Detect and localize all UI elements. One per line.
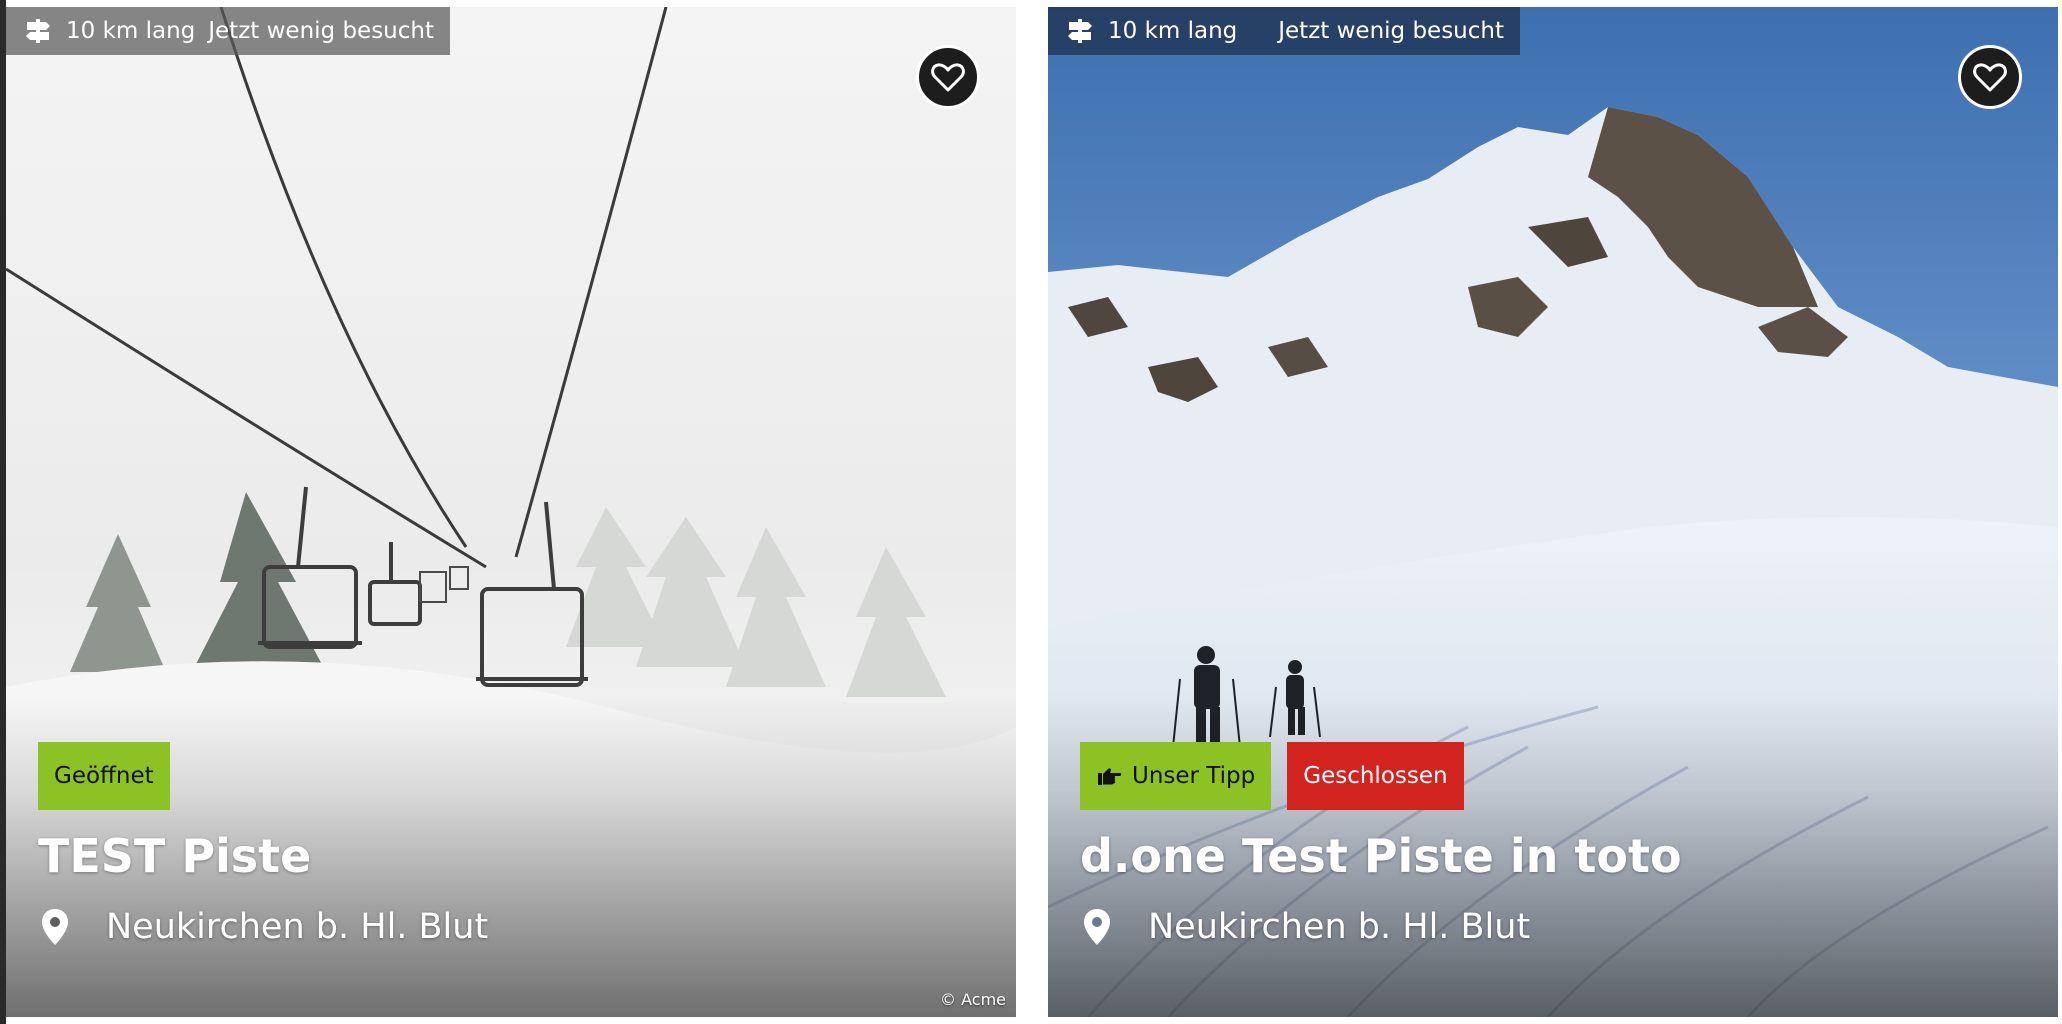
favorite-button[interactable]: [1958, 45, 2022, 109]
location: Neukirchen b. Hl. Blut: [40, 907, 488, 947]
meta-info-bar: 10 km lang Jetzt wenig besucht: [1048, 7, 1520, 55]
piste-card-test-piste[interactable]: 10 km lang Jetzt wenig besucht Geöffnet …: [6, 7, 1016, 1017]
signpost-icon: [26, 19, 50, 43]
heart-icon: [1973, 63, 2007, 92]
location-label: Neukirchen b. Hl. Blut: [1148, 907, 1531, 947]
tip-badge: Unser Tipp: [1080, 742, 1272, 810]
tip-badge-label: Unser Tipp: [1132, 763, 1256, 789]
location: Neukirchen b. Hl. Blut: [1082, 907, 1530, 947]
heart-icon: [931, 63, 965, 92]
visitor-status-label: Jetzt wenig besucht: [1278, 18, 1504, 44]
status-badge-closed: Geschlossen: [1287, 742, 1464, 810]
status-badge-label: Geöffnet: [54, 763, 154, 789]
status-badges: Unser Tipp Geschlossen: [1080, 742, 1464, 810]
map-pin-icon: [42, 909, 68, 945]
status-badges: Geöffnet: [38, 742, 170, 810]
status-badge-label: Geschlossen: [1303, 763, 1448, 789]
photo-copyright: © Acme: [940, 990, 1006, 1009]
visitor-status-label: Jetzt wenig besucht: [208, 18, 434, 44]
favorite-button[interactable]: [916, 45, 980, 109]
map-pin-icon: [1084, 909, 1110, 945]
piste-title[interactable]: TEST Piste: [38, 829, 311, 883]
piste-title[interactable]: d.one Test Piste in toto: [1080, 829, 1682, 883]
length-label: 10 km lang: [66, 18, 196, 44]
meta-info-bar: 10 km lang Jetzt wenig besucht: [6, 7, 450, 55]
piste-card-done-test-piste[interactable]: 10 km lang Jetzt wenig besucht Unser Tip…: [1048, 7, 2058, 1017]
pointing-hand-icon: [1098, 768, 1122, 785]
length-label: 10 km lang: [1108, 18, 1238, 44]
status-badge-open: Geöffnet: [38, 742, 170, 810]
location-label: Neukirchen b. Hl. Blut: [106, 907, 489, 947]
signpost-icon: [1068, 19, 1092, 43]
